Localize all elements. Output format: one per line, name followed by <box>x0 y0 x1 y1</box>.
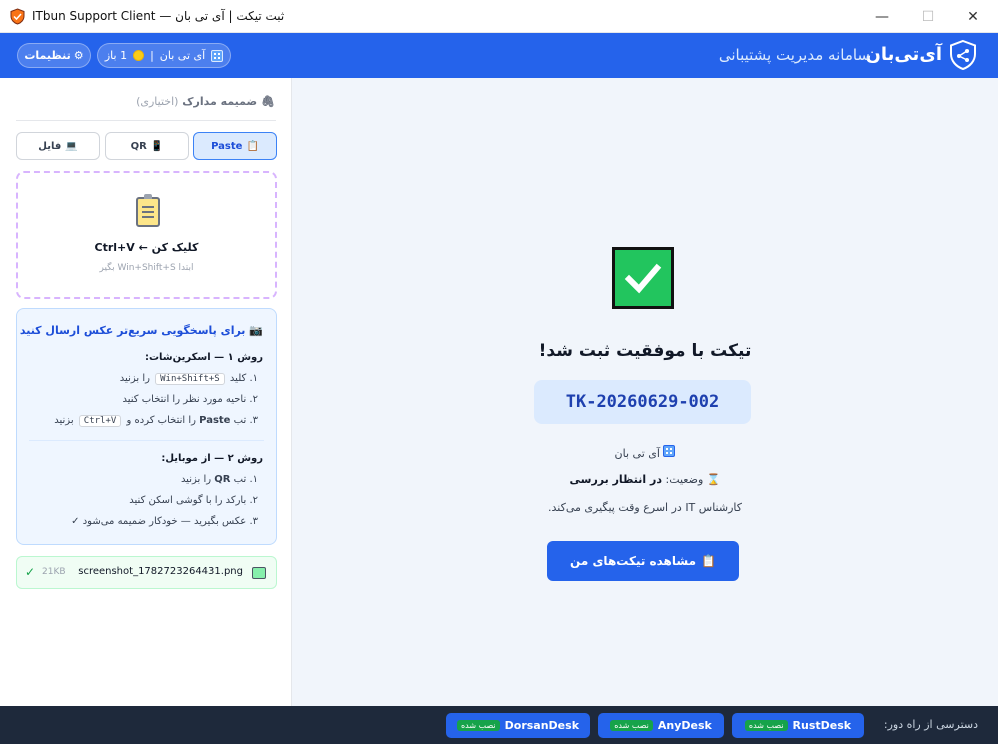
paperclip-icon: 🖇 <box>261 95 275 108</box>
installed-badge: نصب شده <box>456 720 500 731</box>
success-title: تیکت با موفقیت ثبت شد! <box>538 341 752 361</box>
camera-icon: 📷 <box>249 324 263 337</box>
attachments-panel: 🖇 ضمیمه مدارک (اختیاری) 📋 Paste 📱 QR 💻 ف… <box>0 78 292 706</box>
shortcut-key: Ctrl+V <box>78 415 122 427</box>
dropzone-hint: ابتدا Win+Shift+S بگیر <box>99 263 194 273</box>
shortcut-key: Win+Shift+S <box>155 373 225 385</box>
org-status-pill[interactable]: آی تی بان | 1 باز <box>97 43 231 68</box>
laptop-icon: 💻 <box>65 140 78 152</box>
tab-qr[interactable]: 📱 QR <box>105 132 189 160</box>
method1-title: روش ۱ — اسکرین‌شات: <box>144 352 263 363</box>
installed-badge: نصب شده <box>744 720 788 731</box>
phone-icon: 📱 <box>150 140 164 152</box>
dropzone-instruction: کلیک کن ← Ctrl+V <box>94 241 199 254</box>
brand-shield-icon <box>950 39 976 71</box>
ticket-status: ⌛ وضعیت: در انتظار بررسی <box>569 473 721 486</box>
remote-access-footer: دسترسی از راه دور: RustDesk نصب شده AnyD… <box>0 706 998 744</box>
clipboard-icon: 📋 <box>246 140 259 152</box>
optional-label: (اختیاری) <box>136 95 179 108</box>
installed-badge: نصب شده <box>610 720 653 731</box>
image-file-icon <box>252 567 266 579</box>
attached-file-row[interactable]: screenshot_1782723264431.png 21KB ✓ <box>16 556 277 589</box>
status-value: در انتظار بررسی <box>569 473 662 486</box>
method2-title: روش ۲ — از موبایل: <box>161 453 263 464</box>
check-icon: ✓ <box>25 565 36 579</box>
attachments-title: 🖇 ضمیمه مدارک (اختیاری) <box>136 95 275 108</box>
minimize-button[interactable]: — <box>859 0 905 33</box>
divider <box>16 120 276 121</box>
clipboard-icon: 📋 <box>701 554 716 568</box>
method1-step2: ۲. ناحیه مورد نظر را انتخاب کنید <box>122 394 258 405</box>
file-name: screenshot_1782723264431.png <box>78 566 243 577</box>
app-header: آی‌تی‌بان سامانه مدیریت پشتیبانی آی تی ب… <box>0 33 998 78</box>
guide-title: 📷 برای پاسخگویی سریع‌تر عکس ارسال کنید <box>19 324 263 337</box>
close-button[interactable]: ✕ <box>950 0 996 33</box>
paste-dropzone[interactable]: کلیک کن ← Ctrl+V ابتدا Win+Shift+S بگیر <box>16 171 277 299</box>
maximize-button[interactable]: ☐ <box>905 0 951 33</box>
rustdesk-button[interactable]: RustDesk نصب شده <box>732 713 864 738</box>
status-open-count: 1 باز <box>104 49 128 62</box>
method2-step2: ۲. بارکد را با گوشی اسکن کنید <box>129 495 258 506</box>
settings-button[interactable]: ⚙ تنظیمات <box>17 43 91 68</box>
title-bar: ITbun Support Client — ثبت تیکت | آی تی … <box>0 0 998 33</box>
gear-icon: ⚙ <box>73 49 84 62</box>
hourglass-icon: ⌛ <box>706 473 721 486</box>
open-status-dot-icon <box>133 50 145 61</box>
ticket-id: TK-20260629-002 <box>534 380 751 424</box>
settings-label: تنظیمات <box>24 49 71 62</box>
building-icon <box>211 49 224 62</box>
brand-subtitle: سامانه مدیریت پشتیبانی <box>718 46 870 64</box>
tab-file[interactable]: 💻 فایل <box>16 132 100 160</box>
status-org: آی تی بان <box>159 49 206 62</box>
tab-paste[interactable]: 📋 Paste <box>193 132 277 160</box>
guide-divider <box>29 440 264 441</box>
anydesk-button[interactable]: AnyDesk نصب شده <box>598 713 724 738</box>
screenshot-guide: 📷 برای پاسخگویی سریع‌تر عکس ارسال کنید ر… <box>16 308 277 545</box>
window-title: ITbun Support Client — ثبت تیکت | آی تی … <box>32 9 285 23</box>
success-check-icon <box>612 247 674 309</box>
dorsandesk-button[interactable]: DorsanDesk نصب شده <box>446 713 590 738</box>
method1-step1: ۱. کلید Win+Shift+S را بزنید <box>119 373 258 385</box>
building-icon <box>663 445 676 457</box>
main-content: تیکت با موفقیت ثبت شد! TK-20260629-002 آ… <box>292 78 998 706</box>
ticket-org: آی تی بان <box>292 445 998 460</box>
view-my-tickets-button[interactable]: 📋 مشاهده تیکت‌های من <box>547 541 739 581</box>
followup-text: کارشناس IT در اسرع وقت پیگیری می‌کند. <box>548 501 742 514</box>
method1-step3: ۳. تب Paste را انتخاب کرده و Ctrl+V بزنی… <box>54 415 258 427</box>
method2-step1: ۱. تب QR را بزنید <box>180 474 258 485</box>
status-separator: | <box>150 49 154 62</box>
file-size: 21KB <box>42 567 66 577</box>
app-shield-icon <box>10 8 25 25</box>
method2-step3: ۳. عکس بگیرید — خودکار ضمیمه می‌شود ✓ <box>71 516 258 527</box>
remote-access-label: دسترسی از راه دور: <box>883 718 978 731</box>
brand-name: آی‌تی‌بان <box>865 44 942 65</box>
clipboard-icon <box>136 194 160 227</box>
